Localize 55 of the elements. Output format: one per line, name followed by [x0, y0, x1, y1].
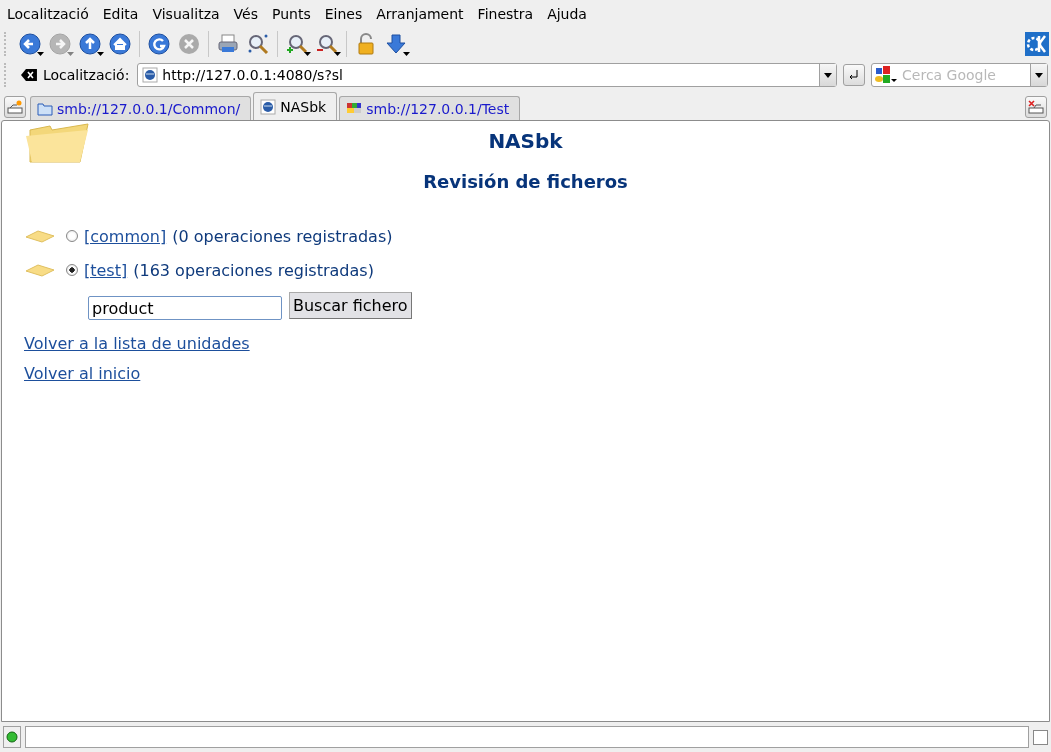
down-arrow-icon [385, 33, 407, 55]
kde-logo-icon [1025, 32, 1049, 56]
padlock-icon [355, 33, 377, 55]
stop-icon [178, 33, 200, 55]
enter-icon [848, 69, 861, 81]
menu-item[interactable]: Edita [102, 6, 146, 22]
browser-tab[interactable]: NASbk [253, 92, 338, 120]
globe-icon [260, 98, 277, 115]
menu-item[interactable]: Localització [7, 6, 96, 22]
search-icon [247, 33, 269, 55]
menu-item[interactable]: Eines [324, 6, 370, 22]
home-icon [109, 33, 131, 55]
zoom-in-icon [286, 33, 308, 55]
folder-icon [24, 263, 56, 277]
zoom-out-icon [316, 33, 338, 55]
close-tab-icon [1028, 100, 1044, 114]
caret-icon [824, 72, 833, 78]
radio-button[interactable] [66, 264, 78, 276]
menu-item[interactable]: Finestra [477, 6, 541, 22]
printer-icon [217, 33, 239, 55]
status-led-icon [6, 731, 18, 743]
new-tab-button[interactable] [4, 96, 26, 118]
new-tab-icon [7, 100, 23, 114]
search-button[interactable]: Buscar fichero [289, 291, 412, 319]
menu-item[interactable]: Vés [233, 6, 265, 22]
url-field[interactable]: http://127.0.0.1:4080/s?sl [137, 63, 838, 87]
folder-icon [24, 122, 90, 164]
status-checkbox[interactable] [1033, 729, 1048, 745]
search-input[interactable]: product [88, 296, 282, 320]
color-grid-icon [346, 101, 363, 116]
operation-count: (0 operaciones registradas) [172, 226, 393, 246]
go-button[interactable] [843, 64, 866, 86]
caret-icon [1035, 72, 1043, 78]
unit-link[interactable]: [test] [84, 260, 128, 280]
folder-icon [24, 229, 56, 243]
page-title: NASbk [488, 129, 563, 153]
nav-link[interactable]: Volver a la lista de unidades [24, 334, 250, 353]
folder-icon [37, 101, 53, 116]
clear-icon[interactable] [21, 69, 37, 81]
location-label: Localització: [42, 67, 130, 83]
browser-tab[interactable]: smb://127.0.0.1/Test [339, 96, 521, 120]
browser-tab[interactable]: smb://127.0.0.1/Common/ [30, 96, 252, 120]
page-subtitle: Revisión de ficheros [423, 171, 628, 192]
google-logo-icon [874, 66, 899, 84]
menu-item[interactable]: Arranjament [376, 6, 471, 22]
nav-link[interactable]: Volver al inicio [24, 364, 141, 383]
close-tab-button[interactable] [1025, 96, 1047, 118]
reload-icon [148, 33, 170, 55]
radio-button[interactable] [66, 230, 78, 242]
menu-item[interactable]: Visualitza [152, 6, 227, 22]
menu-item[interactable]: Ajuda [547, 6, 594, 22]
menu-item[interactable]: Punts [271, 6, 318, 22]
unit-link[interactable]: [common] [84, 226, 167, 246]
operation-count: (163 operaciones registradas) [133, 260, 374, 280]
globe-icon [142, 67, 159, 83]
